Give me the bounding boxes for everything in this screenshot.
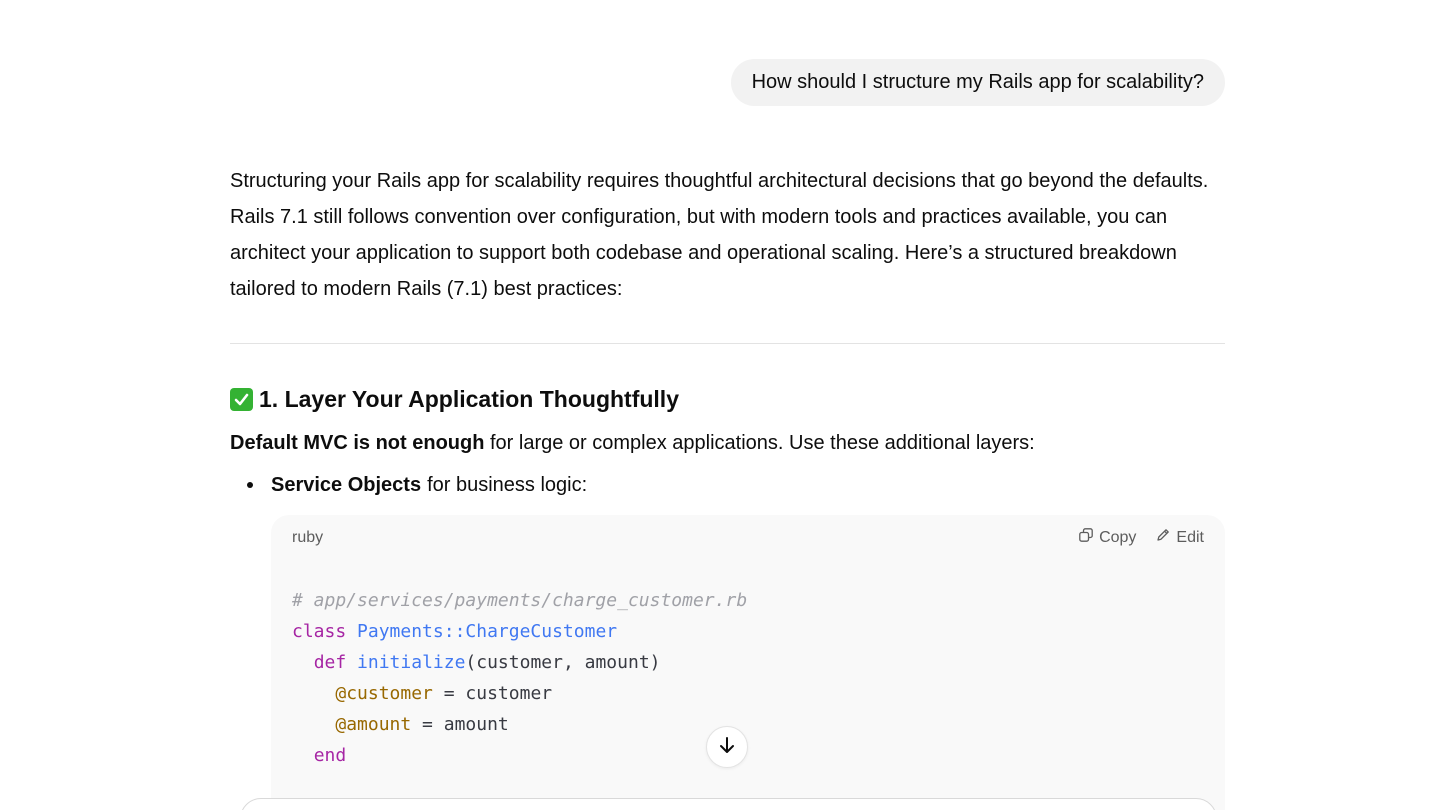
section-lead-paragraph: Default MVC is not enough for large or c…	[230, 428, 1225, 458]
list-item: Service Objects for business logic:	[230, 470, 1225, 500]
user-message-row: How should I structure my Rails app for …	[230, 0, 1225, 106]
bullet-rest-text: for business logic:	[427, 474, 588, 496]
code-keyword: class	[292, 621, 347, 642]
code-keyword: def	[313, 652, 347, 673]
code-comment: # app/services/payments/charge_customer.…	[292, 590, 748, 611]
lead-bold-text: Default MVC is not enough	[230, 432, 485, 454]
code-content: # app/services/payments/charge_customer.…	[292, 585, 747, 771]
chat-page: How should I structure my Rails app for …	[0, 0, 1440, 810]
conversation-column: How should I structure my Rails app for …	[230, 0, 1225, 810]
code-text: = customer	[432, 683, 553, 704]
code-keyword: end	[313, 745, 347, 766]
copy-icon	[1079, 528, 1093, 547]
edit-label: Edit	[1176, 528, 1204, 546]
code-text: (customer, amount)	[465, 652, 661, 673]
arrow-down-icon	[717, 735, 737, 760]
section-divider	[230, 343, 1225, 344]
section-heading-text: 1. Layer Your Application Thoughtfully	[259, 386, 679, 412]
bullet-bold-text: Service Objects	[271, 474, 422, 496]
assistant-intro-paragraph: Structuring your Rails app for scalabili…	[230, 170, 1209, 300]
section-heading: 1. Layer Your Application Thoughtfully	[230, 384, 1225, 414]
code-instance-variable: @customer	[335, 683, 433, 704]
scroll-to-bottom-button[interactable]	[706, 726, 748, 768]
check-mark-button-icon	[230, 387, 253, 411]
code-actions: Copy Edit	[1079, 528, 1204, 547]
code-instance-variable: @amount	[335, 714, 412, 735]
copy-label: Copy	[1099, 528, 1137, 546]
user-message-bubble: How should I structure my Rails app for …	[730, 59, 1225, 106]
lead-rest-text: for large or complex applications. Use t…	[484, 432, 1035, 454]
message-composer[interactable]	[240, 798, 1217, 810]
code-language-label: ruby	[292, 529, 324, 546]
code-text: = amount	[411, 714, 509, 735]
code-block: ruby Copy Edit # app/services/payments/c…	[271, 515, 1225, 810]
code-function-name: initialize	[357, 652, 466, 673]
edit-code-button[interactable]: Edit	[1156, 528, 1204, 547]
code-constant: Payments::ChargeCustomer	[357, 621, 618, 642]
copy-code-button[interactable]: Copy	[1079, 528, 1136, 547]
code-block-header: ruby Copy Edit	[271, 515, 1225, 561]
bullet-dot-icon	[247, 482, 253, 488]
pencil-icon	[1156, 528, 1170, 547]
